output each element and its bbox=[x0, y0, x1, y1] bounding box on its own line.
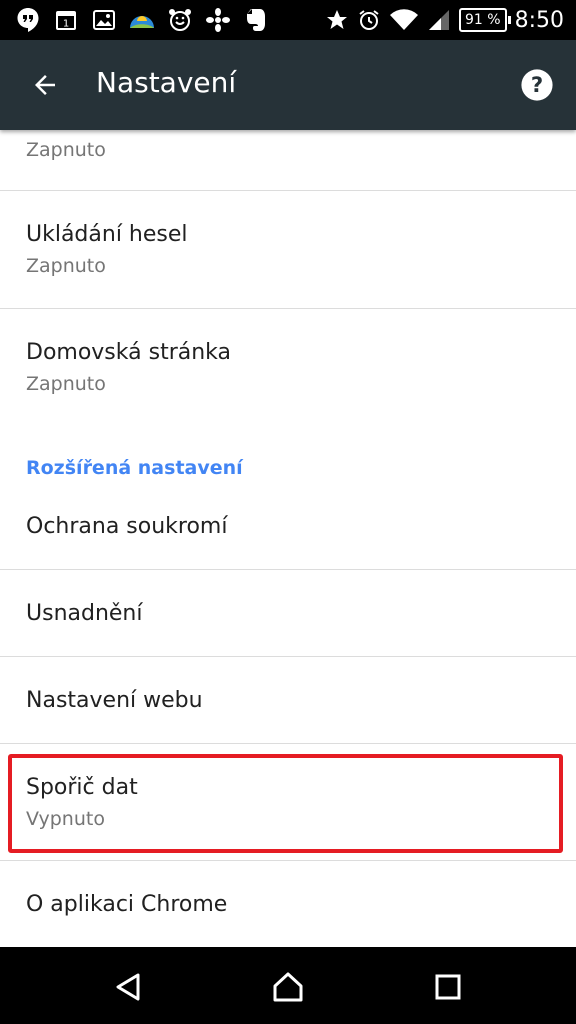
hangouts-icon bbox=[14, 6, 42, 34]
settings-item-title: Nastavení webu bbox=[26, 688, 203, 713]
settings-item-title: Ochrana soukromí bbox=[26, 514, 228, 539]
home-icon bbox=[273, 972, 303, 1002]
settings-item-subtitle: Zapnuto bbox=[26, 255, 106, 277]
settings-item-subtitle: Zapnuto bbox=[26, 139, 106, 161]
settings-list: Zapnuto Ukládání hesel Zapnuto Domovská … bbox=[0, 130, 576, 947]
arrow-back-icon bbox=[35, 75, 55, 95]
back-button[interactable] bbox=[20, 60, 70, 110]
nav-recents-button[interactable] bbox=[426, 965, 470, 1009]
weather-icon bbox=[128, 6, 156, 34]
recents-icon bbox=[435, 974, 461, 1000]
gallery-icon bbox=[90, 6, 118, 34]
flower-icon bbox=[204, 6, 232, 34]
navigation-bar bbox=[0, 947, 576, 1024]
help-icon: ? bbox=[521, 69, 553, 101]
settings-item-title: O aplikaci Chrome bbox=[26, 892, 228, 917]
battery-icon: 91 % bbox=[459, 8, 511, 32]
svg-text:1: 1 bbox=[63, 19, 69, 30]
wifi-icon bbox=[389, 8, 419, 32]
signal-icon bbox=[427, 8, 451, 32]
clock: 8:50 bbox=[514, 7, 564, 33]
settings-item-homepage[interactable]: Domovská stránka Zapnuto bbox=[0, 309, 576, 426]
nav-home-button[interactable] bbox=[266, 965, 310, 1009]
calendar-icon: 1 bbox=[52, 6, 80, 34]
settings-item-site-settings[interactable]: Nastavení webu bbox=[0, 657, 576, 743]
svg-text:?: ? bbox=[531, 73, 543, 98]
app-bar: Nastavení ? bbox=[0, 40, 576, 130]
settings-item-accessibility[interactable]: Usnadnění bbox=[0, 570, 576, 656]
settings-item-title: Ukládání hesel bbox=[26, 222, 188, 247]
settings-item-privacy[interactable]: Ochrana soukromí bbox=[0, 485, 576, 569]
section-header-advanced: Rozšířená nastavení bbox=[26, 457, 243, 479]
page-title: Nastavení bbox=[96, 66, 237, 99]
settings-item-about-chrome[interactable]: O aplikaci Chrome bbox=[0, 861, 576, 947]
back-triangle-icon bbox=[116, 973, 140, 1001]
evernote-icon bbox=[242, 6, 270, 34]
settings-item-partial[interactable]: Zapnuto bbox=[0, 130, 576, 190]
settings-item-save-passwords[interactable]: Ukládání hesel Zapnuto bbox=[0, 191, 576, 308]
alarm-app-icon bbox=[166, 6, 194, 34]
notification-icons: 1 bbox=[14, 6, 280, 34]
settings-item-title: Domovská stránka bbox=[26, 340, 231, 365]
settings-item-subtitle: Zapnuto bbox=[26, 373, 106, 395]
nav-back-button[interactable] bbox=[106, 965, 150, 1009]
star-icon bbox=[325, 8, 349, 32]
settings-item-title: Usnadnění bbox=[26, 601, 143, 626]
alarm-icon bbox=[357, 8, 381, 32]
help-button[interactable]: ? bbox=[516, 64, 558, 106]
status-bar: 1 91 % 8:50 bbox=[0, 0, 576, 40]
highlight-box bbox=[8, 754, 563, 853]
system-icons: 91 % 8:50 bbox=[317, 5, 564, 35]
